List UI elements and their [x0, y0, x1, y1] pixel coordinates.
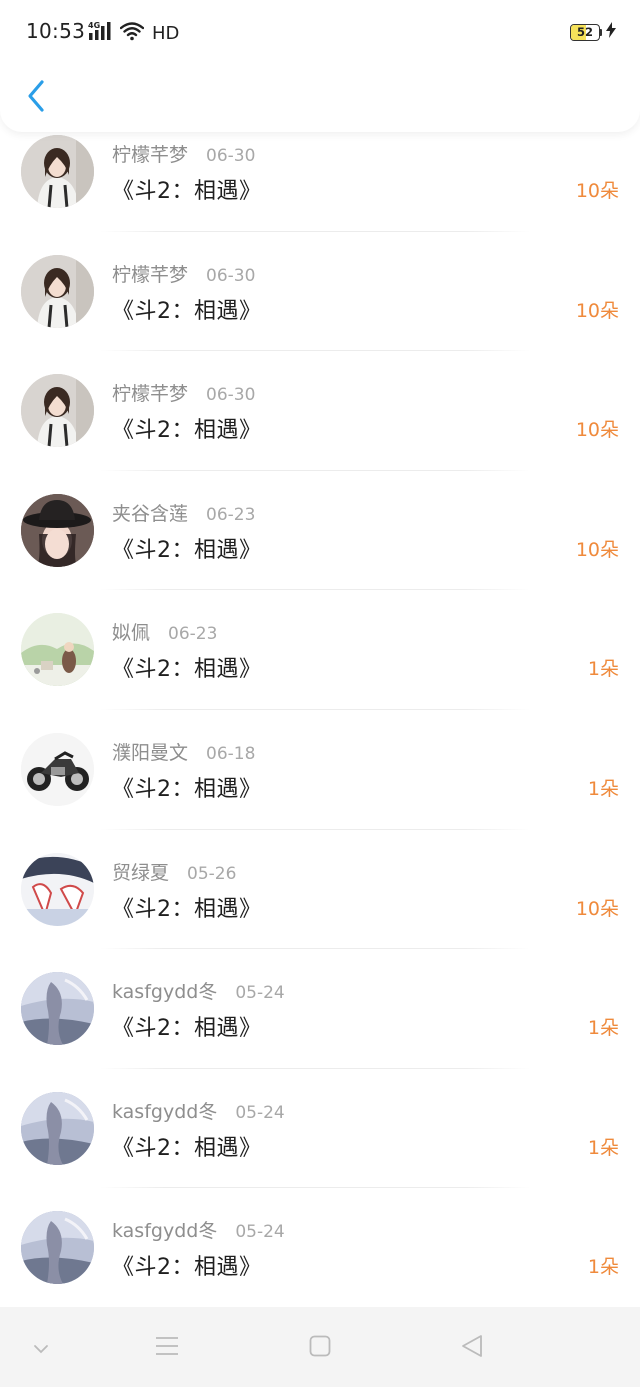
- book-title: 《斗2：相遇》: [112, 179, 262, 204]
- meta-line: 柠檬芊梦 06-30: [112, 140, 255, 167]
- book-title: 《斗2：相遇》: [112, 776, 262, 802]
- date-label: 06-30: [206, 385, 256, 406]
- battery-indicator: 52: [570, 22, 616, 42]
- avatar[interactable]: [21, 613, 94, 687]
- avatar[interactable]: [21, 972, 94, 1046]
- username: 柠檬芊梦: [112, 263, 189, 286]
- charging-icon: [606, 22, 616, 42]
- date-label: 06-30: [206, 146, 256, 166]
- meta-line: 姒佩 06-23: [112, 618, 217, 645]
- username: 柠檬芊梦: [112, 383, 189, 406]
- list-item[interactable]: 贸绿夏 05-26 《斗2：相遇》 10朵: [0, 830, 640, 950]
- meta-line: 夹谷含莲 06-23: [112, 499, 255, 526]
- book-title: 《斗2：相遇》: [112, 896, 262, 922]
- avatar[interactable]: [21, 374, 94, 448]
- avatar[interactable]: [21, 1211, 94, 1285]
- list-item[interactable]: 姒佩 06-23 《斗2：相遇》 1朵: [0, 590, 640, 710]
- username: kasfgydd冬: [112, 1220, 218, 1243]
- book-title: 《斗2：相遇》: [112, 418, 262, 444]
- battery-level: 52: [576, 24, 593, 39]
- meta-line: 柠檬芊梦 06-30: [112, 379, 255, 406]
- list-item[interactable]: 濮阳曼文 06-18 《斗2：相遇》 1朵: [0, 710, 640, 830]
- meta-line: kasfgydd冬 05-24: [112, 1216, 285, 1243]
- book-title: 《斗2：相遇》: [112, 1016, 262, 1042]
- avatar[interactable]: [21, 254, 94, 328]
- avatar[interactable]: [21, 732, 94, 806]
- flower-count: 10朵: [575, 897, 619, 920]
- chevron-down-icon: [33, 1339, 49, 1358]
- battery-tip: [600, 28, 602, 36]
- status-time: 10:53: [26, 19, 86, 43]
- username: kasfgydd冬: [112, 1100, 218, 1123]
- home-button[interactable]: [305, 1333, 335, 1363]
- avatar[interactable]: [21, 1091, 94, 1165]
- meta-line: 柠檬芊梦 06-30: [112, 260, 255, 287]
- system-navigation-bar: [0, 1307, 640, 1387]
- home-square-icon: [309, 1335, 331, 1361]
- username: 濮阳曼文: [112, 741, 189, 764]
- avatar[interactable]: [21, 493, 94, 567]
- nav-header: [0, 64, 640, 132]
- username: 夹谷含莲: [112, 502, 189, 525]
- flower-count: 10朵: [575, 180, 619, 202]
- collapse-button[interactable]: [26, 1333, 56, 1363]
- meta-line: kasfgydd冬 05-24: [112, 977, 285, 1004]
- username: 贸绿夏: [112, 861, 170, 884]
- back-button[interactable]: [18, 78, 54, 118]
- list-item[interactable]: kasfgydd冬 05-24 《斗2：相遇》 1朵: [0, 1188, 640, 1307]
- menu-icon: [155, 1336, 179, 1360]
- date-label: 05-26: [187, 863, 237, 884]
- book-title: 《斗2：相遇》: [112, 657, 262, 683]
- username: 姒佩: [112, 622, 151, 645]
- date-label: 06-30: [206, 265, 256, 286]
- hd-indicator: HD: [152, 22, 180, 44]
- date-label: 05-24: [235, 1102, 285, 1123]
- date-label: 05-24: [235, 1222, 285, 1243]
- flower-count: 1朵: [587, 658, 619, 681]
- book-title: 《斗2：相遇》: [112, 298, 262, 324]
- menu-button[interactable]: [152, 1333, 182, 1363]
- gift-record-list[interactable]: 柠檬芊梦 06-30 《斗2：相遇》 10朵 柠檬芊梦 06-30 《斗2：相遇…: [0, 112, 640, 1307]
- status-icons: 4G HD: [88, 20, 179, 46]
- network-label: 4G: [88, 21, 100, 30]
- list-item[interactable]: kasfgydd冬 05-24 《斗2：相遇》 1朵: [0, 1069, 640, 1189]
- chevron-left-icon: [25, 79, 47, 117]
- meta-line: 贸绿夏 05-26: [112, 858, 236, 885]
- avatar[interactable]: [21, 135, 94, 208]
- book-title: 《斗2：相遇》: [112, 1255, 262, 1281]
- status-bar: 10:53 4G HD 52: [0, 0, 640, 64]
- username: 柠檬芊梦: [112, 144, 189, 166]
- flower-count: 1朵: [587, 777, 619, 800]
- flower-count: 1朵: [587, 1136, 619, 1159]
- flower-count: 1朵: [587, 1256, 619, 1279]
- list-item[interactable]: kasfgydd冬 05-24 《斗2：相遇》 1朵: [0, 949, 640, 1069]
- username: kasfgydd冬: [112, 981, 218, 1004]
- back-triangle-icon: [460, 1334, 484, 1362]
- signal-icon: 4G: [88, 20, 114, 46]
- list-item[interactable]: 柠檬芊梦 06-30 《斗2：相遇》 10朵: [0, 232, 640, 352]
- date-label: 05-24: [235, 983, 285, 1004]
- book-title: 《斗2：相遇》: [112, 1135, 262, 1161]
- meta-line: kasfgydd冬 05-24: [112, 1097, 285, 1124]
- battery-icon: 52: [570, 23, 600, 41]
- meta-line: 濮阳曼文 06-18: [112, 738, 255, 765]
- flower-count: 10朵: [575, 538, 619, 561]
- wifi-icon: [119, 21, 145, 45]
- date-label: 06-18: [206, 743, 256, 764]
- flower-count: 10朵: [575, 299, 619, 322]
- book-title: 《斗2：相遇》: [112, 537, 262, 563]
- list-item[interactable]: 柠檬芊梦 06-30 《斗2：相遇》 10朵: [0, 351, 640, 471]
- flower-count: 10朵: [575, 419, 619, 442]
- date-label: 06-23: [168, 624, 218, 645]
- list-item[interactable]: 夹谷含莲 06-23 《斗2：相遇》 10朵: [0, 471, 640, 591]
- date-label: 06-23: [206, 504, 256, 525]
- system-back-button[interactable]: [457, 1333, 487, 1363]
- flower-count: 1朵: [587, 1017, 619, 1040]
- avatar[interactable]: [21, 852, 94, 926]
